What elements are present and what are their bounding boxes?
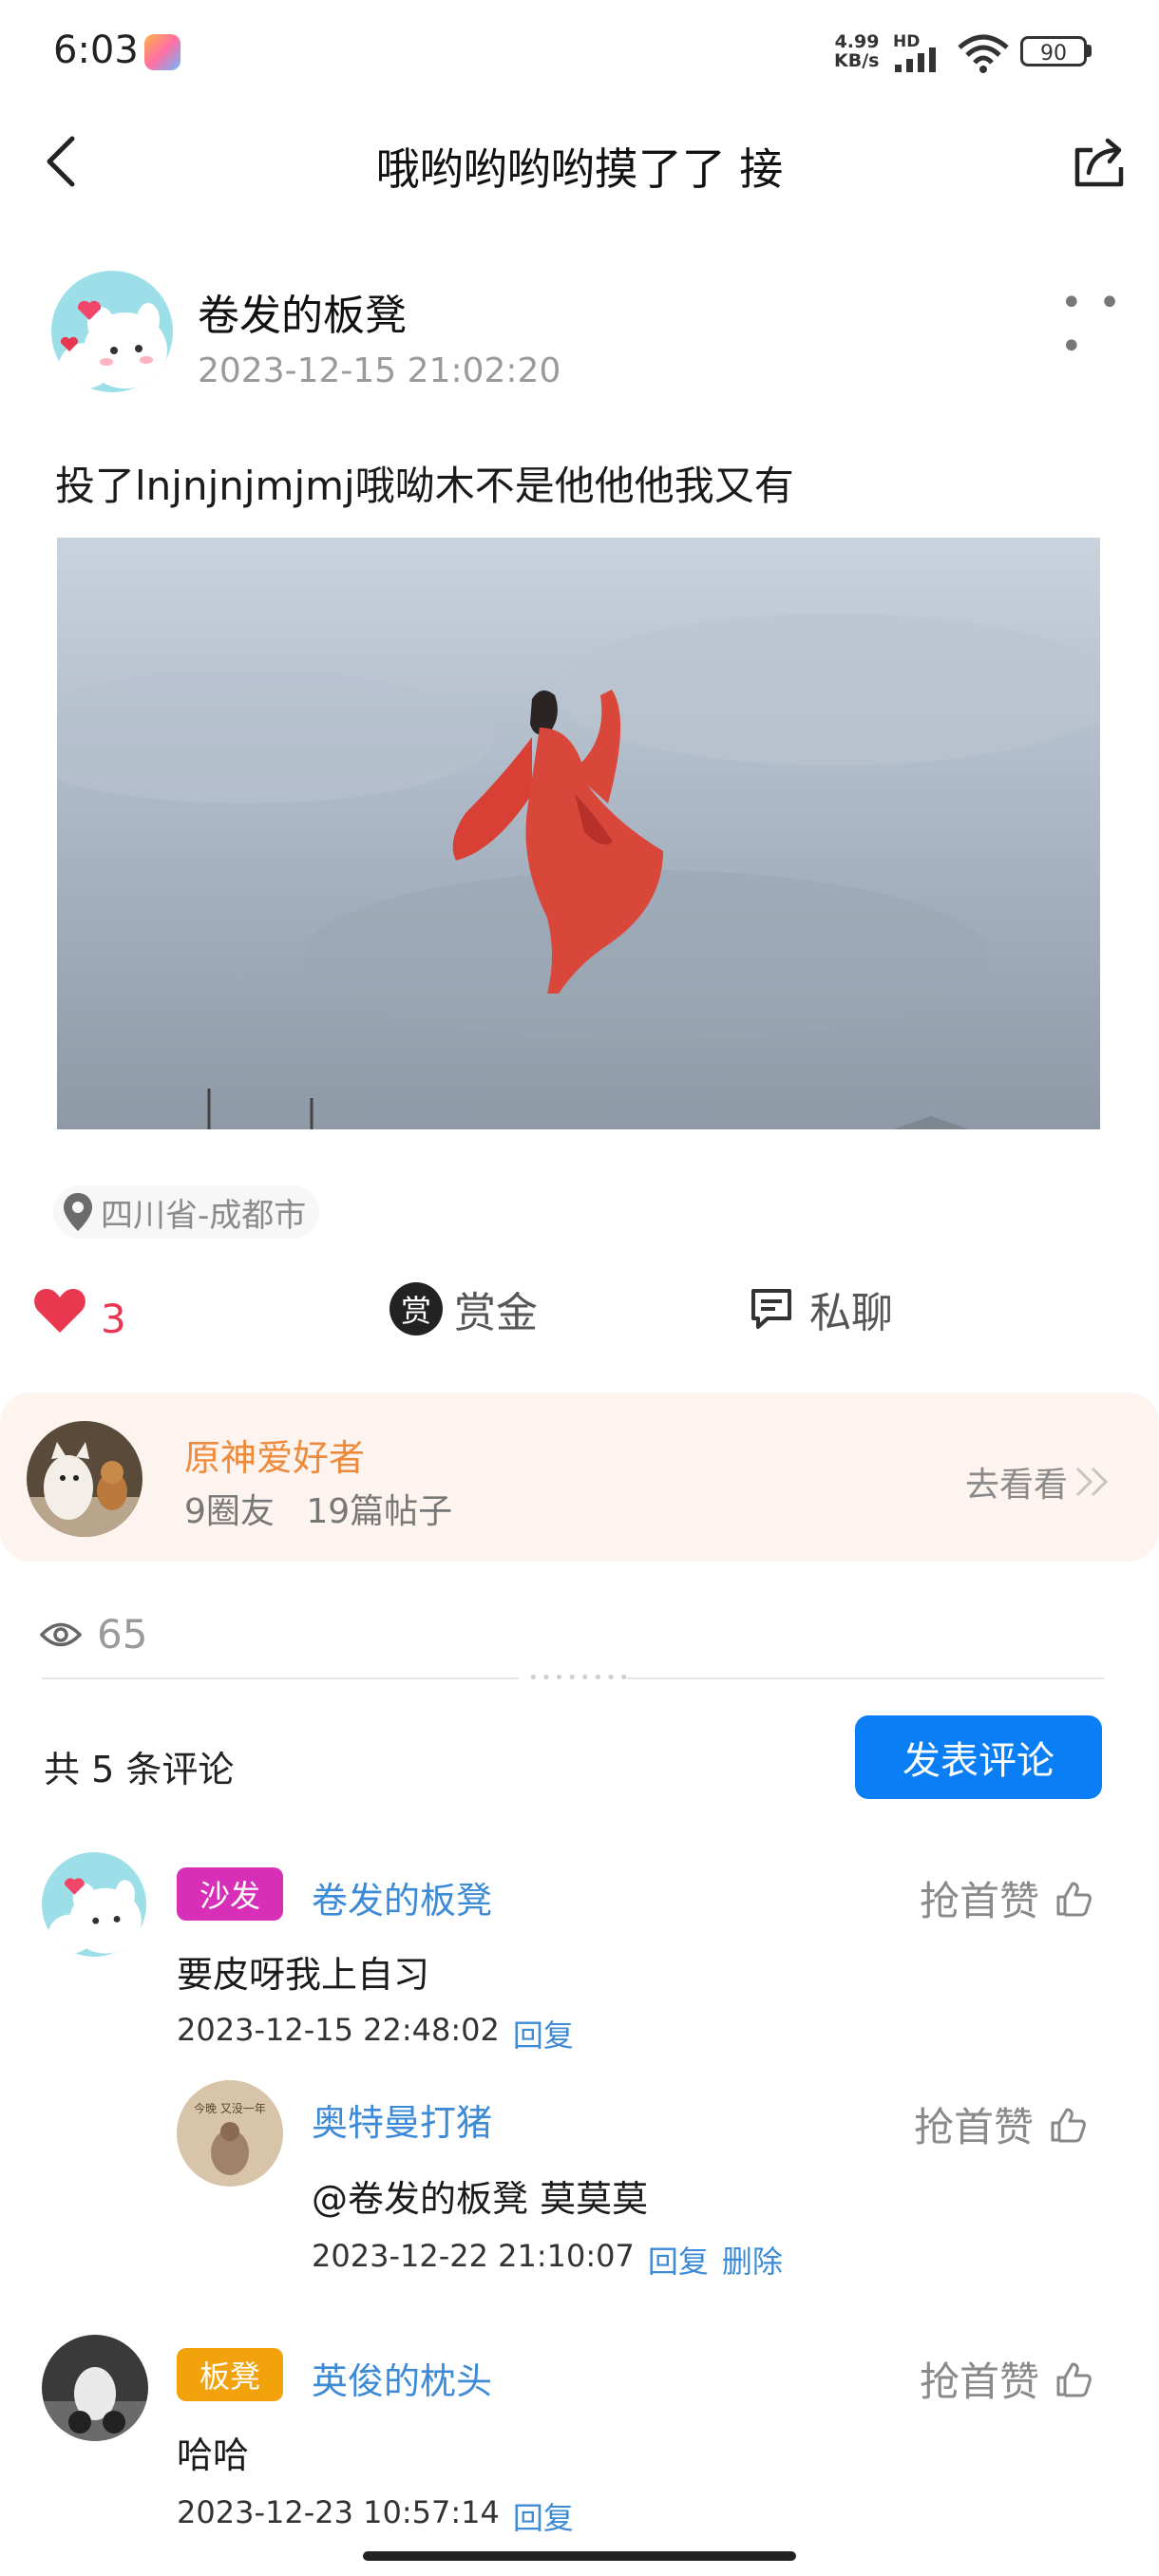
comment-avatar[interactable] <box>42 1852 146 1957</box>
post-text: 投了lnjnjnjmjmj哦呦木不是他他他我又有 <box>55 463 794 509</box>
comment-time: 2023-12-15 22:48:02 <box>177 2012 500 2048</box>
comment-meta: 2023-12-22 21:10:07 回复 删除 <box>312 2238 783 2282</box>
avatar-caption: 今晚 又没一年 <box>194 2101 266 2115</box>
gallery-notification-icon <box>144 34 180 70</box>
status-time: 6:03 <box>53 28 139 72</box>
signal-icon <box>895 47 936 72</box>
tip-button[interactable]: 赏 赏金 <box>390 1279 538 1339</box>
location-icon <box>64 1193 92 1231</box>
comment-text: 哈哈 <box>177 2434 250 2476</box>
eye-icon <box>40 1622 82 1646</box>
chevron-double-right-icon <box>1075 1467 1109 1497</box>
view-count: 65 <box>40 1611 147 1657</box>
more-icon[interactable]: • • • <box>1060 281 1159 369</box>
reply-link[interactable]: 回复 <box>513 2012 574 2055</box>
reply-link[interactable]: 回复 <box>648 2238 709 2282</box>
post-comment-button[interactable]: 发表评论 <box>855 1715 1102 1799</box>
comment-like-label: 抢首赞 <box>920 1878 1040 1924</box>
chat-label: 私聊 <box>809 1289 893 1337</box>
delete-link[interactable]: 删除 <box>722 2238 783 2282</box>
circle-avatar <box>27 1421 142 1537</box>
tip-label: 赏金 <box>454 1289 538 1337</box>
comment-text: 要皮呀我上自习 <box>177 1954 430 1996</box>
share-icon[interactable] <box>1070 133 1129 192</box>
comment-meta: 2023-12-23 10:57:14 回复 <box>177 2494 574 2538</box>
circle-members: 9圈友 <box>184 1492 275 1531</box>
location-chip[interactable]: 四川省-成都市 <box>53 1185 320 1239</box>
circle-go-button[interactable]: 去看看 <box>965 1457 1113 1506</box>
circle-posts: 19篇帖子 <box>306 1492 453 1531</box>
like-button[interactable]: 3 <box>32 1277 126 1342</box>
thumb-up-icon <box>1056 1882 1092 1916</box>
comment-avatar[interactable] <box>42 2335 148 2441</box>
sofa-badge: 沙发 <box>177 1867 284 1921</box>
post-time: 2023-12-15 21:02:20 <box>198 351 561 390</box>
circle-go-label: 去看看 <box>965 1466 1069 1505</box>
comment-text: @卷发的板凳 莫莫莫 <box>312 2178 649 2220</box>
view-count-value: 65 <box>97 1611 148 1657</box>
comment-meta: 2023-12-15 22:48:02 回复 <box>177 2012 574 2055</box>
circle-name[interactable]: 原神爱好者 <box>184 1429 365 1481</box>
page-title: 哦哟哟哟哟摸了了 接 <box>375 143 784 195</box>
comment-time: 2023-12-22 21:10:07 <box>312 2238 635 2274</box>
bench-badge: 板凳 <box>177 2348 284 2401</box>
author-avatar[interactable] <box>51 271 173 392</box>
network-speed-value: 4.99 <box>834 31 880 52</box>
comment-like-button[interactable]: 抢首赞 <box>920 1869 1092 1927</box>
reply-link[interactable]: 回复 <box>513 2494 574 2538</box>
private-chat-button[interactable]: 私聊 <box>749 1279 893 1339</box>
comment-time: 2023-12-23 10:57:14 <box>177 2494 500 2530</box>
network-speed: 4.99 KB/s <box>834 32 879 70</box>
thumb-up-icon <box>1051 2108 1086 2142</box>
network-speed-unit: KB/s <box>834 50 880 71</box>
battery-icon: 90 <box>1020 36 1087 66</box>
heart-icon <box>34 1288 86 1333</box>
location-label: 四川省-成都市 <box>101 1196 307 1235</box>
wifi-icon <box>958 34 1009 73</box>
comment-author[interactable]: 奥特曼打猪 <box>312 2093 492 2146</box>
divider <box>42 1677 519 1679</box>
tip-badge-icon: 赏 <box>390 1282 443 1335</box>
divider-dots: •••••••• <box>528 1668 632 1688</box>
battery-cap <box>1087 45 1092 57</box>
comment-author[interactable]: 英俊的枕头 <box>312 2352 492 2404</box>
comment-like-button[interactable]: 抢首赞 <box>920 2350 1092 2408</box>
like-count: 3 <box>101 1296 126 1342</box>
circle-stats: 9圈友 19篇帖子 <box>184 1484 452 1533</box>
author-name[interactable]: 卷发的板凳 <box>198 281 407 342</box>
comment-like-button[interactable]: 抢首赞 <box>914 2095 1087 2153</box>
comment-like-label: 抢首赞 <box>920 2358 1040 2405</box>
comment-avatar[interactable]: 今晚 又没一年 <box>177 2080 283 2187</box>
divider <box>627 1677 1104 1679</box>
comments-count: 共 5 条评论 <box>44 1749 235 1790</box>
thumb-up-icon <box>1056 2362 1092 2396</box>
home-indicator[interactable] <box>363 2551 796 2561</box>
post-image[interactable] <box>57 538 1100 1129</box>
comment-like-label: 抢首赞 <box>914 2104 1035 2150</box>
chat-icon <box>751 1289 791 1329</box>
comment-author[interactable]: 卷发的板凳 <box>312 1871 492 1923</box>
